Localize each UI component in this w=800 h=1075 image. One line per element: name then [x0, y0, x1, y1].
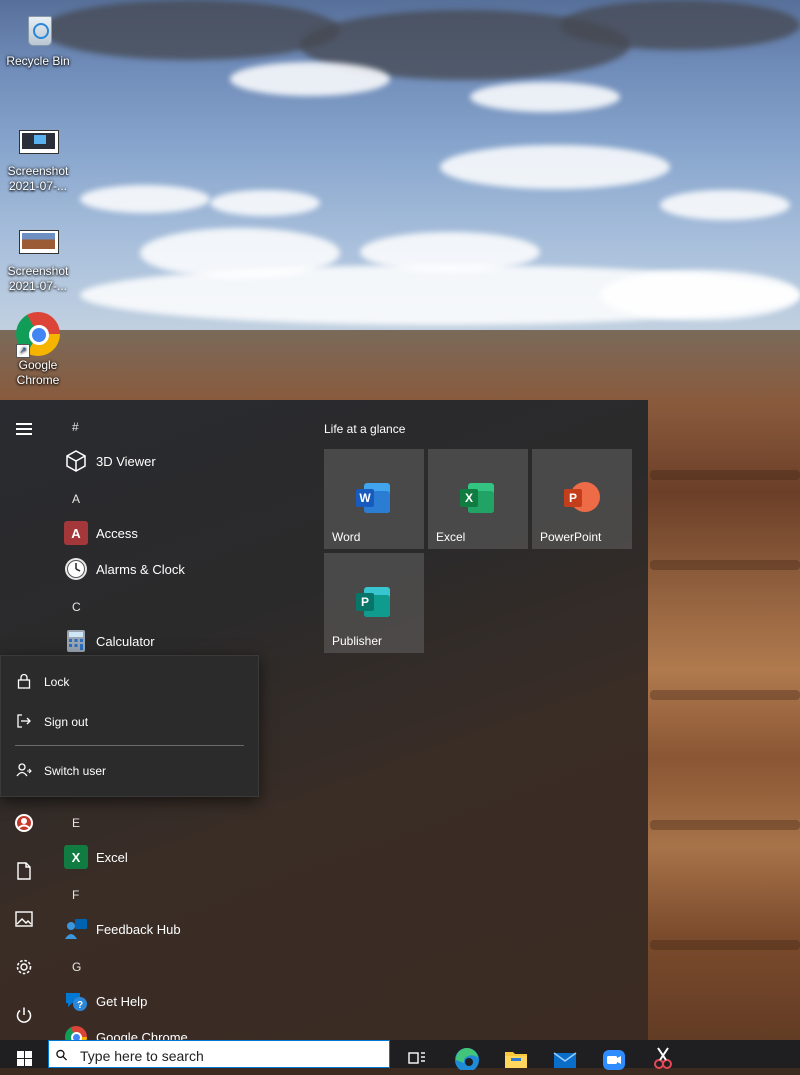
feedback-hub-icon — [64, 917, 88, 941]
tile-label: PowerPoint — [540, 530, 602, 544]
letter-header[interactable]: C — [72, 600, 81, 614]
pictures-icon[interactable] — [0, 896, 48, 942]
letter-header[interactable]: F — [72, 888, 79, 902]
edge-icon[interactable] — [454, 1044, 479, 1072]
desktop-icon-google-chrome[interactable]: ↗ Google Chrome — [0, 312, 76, 388]
letter-header[interactable]: # — [72, 420, 79, 434]
app-name: 3D Viewer — [96, 453, 156, 469]
app-name: Feedback Hub — [96, 921, 181, 937]
zoom-icon[interactable] — [602, 1044, 626, 1070]
tile-excel[interactable]: X Excel — [428, 449, 528, 549]
app-feedback-hub[interactable]: Feedback Hub — [64, 911, 304, 947]
app-name: Excel — [96, 849, 128, 865]
letter-header[interactable]: G — [72, 960, 81, 974]
app-alarms-clock[interactable]: Alarms & Clock — [64, 551, 304, 587]
chrome-icon — [64, 1025, 88, 1040]
start-button[interactable] — [0, 1040, 48, 1068]
powerpoint-icon: P — [564, 481, 600, 515]
3d-viewer-icon — [64, 449, 88, 473]
app-name: Alarms & Clock — [96, 561, 185, 577]
mail-icon[interactable] — [552, 1044, 577, 1068]
flyout-divider — [15, 745, 244, 746]
app-3d-viewer[interactable]: 3D Viewer — [64, 443, 304, 479]
desktop-icon-label: Screenshot 2021-07-... — [7, 164, 69, 193]
svg-text:?: ? — [77, 1000, 83, 1011]
letter-header[interactable]: E — [72, 816, 80, 830]
tile-label: Excel — [436, 530, 466, 544]
app-access[interactable]: A Access — [64, 515, 304, 551]
tile-label: Word — [332, 530, 361, 544]
app-google-chrome[interactable]: Google Chrome — [64, 1019, 304, 1040]
app-excel[interactable]: X Excel — [64, 839, 304, 875]
search-icon: ⚲ — [52, 1045, 72, 1066]
access-icon: A — [64, 521, 88, 545]
recycle-bin-icon — [16, 8, 60, 52]
switch-user-menu-item[interactable]: Switch user — [1, 752, 258, 790]
snipping-tool-icon[interactable] — [650, 1044, 674, 1069]
app-calculator[interactable]: Calculator — [64, 623, 304, 659]
app-name: Access — [96, 525, 138, 541]
excel-icon: X — [460, 481, 496, 515]
sign-out-icon — [16, 713, 32, 732]
image-file-icon — [16, 118, 60, 162]
search-input[interactable] — [80, 1046, 360, 1067]
desktop-icon-label: Google Chrome — [16, 358, 60, 387]
word-icon: W — [356, 481, 392, 515]
tile-label: Publisher — [332, 634, 383, 648]
alarms-clock-icon — [64, 557, 88, 581]
tile-word[interactable]: W Word — [324, 449, 424, 549]
tile-publisher[interactable]: P Publisher — [324, 553, 424, 653]
desktop-icon-label: Recycle Bin — [6, 54, 70, 68]
image-file-icon — [16, 218, 60, 262]
lock-label: Lock — [44, 675, 70, 689]
desktop-icon-screenshot-2[interactable]: Screenshot 2021-07-... — [0, 218, 76, 294]
app-name: Get Help — [96, 993, 148, 1009]
excel-icon: X — [64, 845, 88, 869]
desktop-icon-recycle-bin[interactable]: Recycle Bin — [0, 8, 76, 69]
switch-user-icon — [16, 762, 32, 781]
letter-header[interactable]: A — [72, 492, 80, 506]
app-get-help[interactable]: ? Get Help — [64, 983, 304, 1019]
get-help-icon: ? — [64, 989, 88, 1013]
publisher-icon: P — [356, 585, 392, 619]
user-account-flyout: Lock Sign out Switch user — [0, 655, 259, 797]
desktop-icon-screenshot-1[interactable]: Screenshot 2021-07-... — [0, 118, 76, 194]
user-icon[interactable] — [0, 800, 48, 846]
desktop-icon-label: Screenshot 2021-07-... — [7, 264, 69, 293]
lock-menu-item[interactable]: Lock — [1, 663, 258, 701]
task-view-icon[interactable] — [405, 1044, 429, 1068]
taskbar-search-box[interactable]: ⚲ — [48, 1040, 390, 1068]
sign-out-label: Sign out — [44, 715, 89, 729]
app-name: Calculator — [96, 633, 155, 649]
calculator-icon — [64, 629, 88, 653]
switch-user-label: Switch user — [44, 764, 107, 778]
tile-powerpoint[interactable]: P PowerPoint — [532, 449, 632, 549]
windows-logo-icon — [16, 1050, 32, 1066]
hamburger-icon[interactable] — [0, 406, 48, 452]
settings-icon[interactable] — [0, 944, 48, 990]
taskbar: ⚲ — [0, 1040, 800, 1072]
documents-icon[interactable] — [0, 848, 48, 894]
sign-out-menu-item[interactable]: Sign out — [1, 703, 258, 741]
chrome-icon: ↗ — [16, 312, 60, 358]
lock-icon — [16, 673, 32, 692]
power-icon[interactable] — [0, 992, 48, 1038]
file-explorer-icon[interactable] — [503, 1044, 527, 1068]
shortcut-arrow-icon: ↗ — [16, 344, 30, 358]
app-name: Google Chrome — [96, 1029, 188, 1041]
tile-group-heading[interactable]: Life at a glance — [324, 422, 405, 436]
